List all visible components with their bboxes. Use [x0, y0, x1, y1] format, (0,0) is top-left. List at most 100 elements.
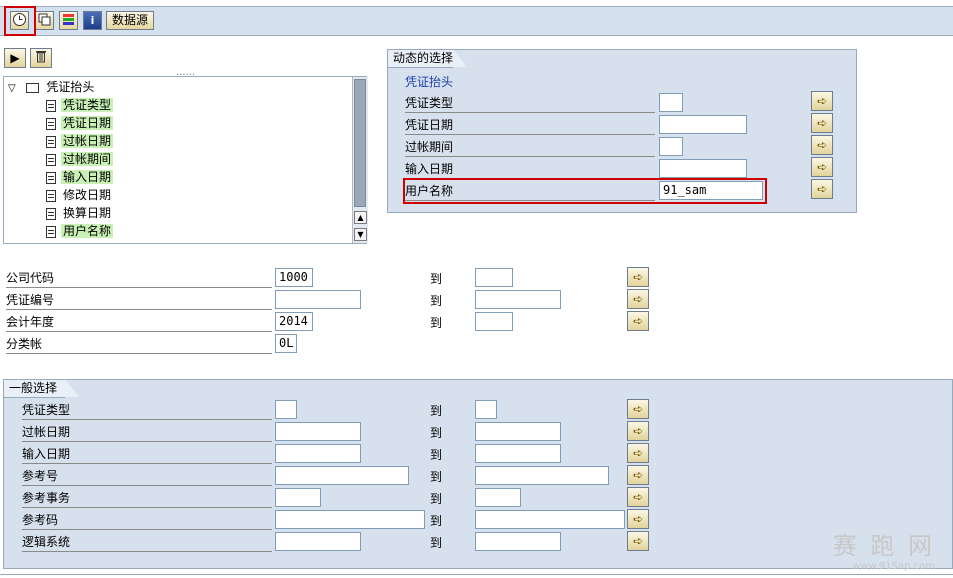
arrow-right-icon: ➪ — [816, 160, 828, 174]
tree-scrollbar[interactable]: ▲ ▼ — [352, 77, 368, 243]
reference-key-input[interactable] — [275, 510, 425, 529]
field-label: 参考号 — [22, 466, 272, 486]
color-bars-icon[interactable] — [59, 11, 78, 30]
multiple-selection-button[interactable]: ➪ — [811, 135, 833, 155]
tree-item[interactable]: 修改日期 — [46, 186, 113, 204]
multiple-selection-button[interactable]: ➪ — [811, 157, 833, 177]
logical-system-input[interactable] — [275, 532, 361, 551]
document-icon — [46, 207, 56, 220]
field-label: 凭证类型 — [22, 400, 272, 420]
company-code-input[interactable]: 1000 — [275, 268, 313, 287]
tree-item[interactable]: 凭证日期 — [46, 114, 114, 132]
multiple-selection-button[interactable]: ➪ — [811, 113, 833, 133]
multiple-selection-button[interactable]: ➪ — [627, 289, 649, 309]
tree-item[interactable]: 用户名称 — [46, 222, 114, 240]
bottom-divider — [0, 574, 953, 575]
multiple-selection-button[interactable]: ➪ — [627, 531, 649, 551]
scroll-down-icon[interactable]: ▼ — [354, 228, 367, 241]
watermark-url: www.91Sap.com — [852, 561, 935, 572]
tree-item-label: 过帐期间 — [61, 152, 114, 166]
multiple-selection-button[interactable]: ➪ — [627, 487, 649, 507]
scrollbar-thumb[interactable] — [354, 79, 366, 207]
multiple-selection-button[interactable]: ➪ — [627, 465, 649, 485]
fiscal-year-input[interactable]: 2014 — [275, 312, 313, 331]
general-entry-date-input[interactable] — [275, 444, 361, 463]
arrow-right-icon: ➪ — [632, 468, 644, 482]
multiple-selection-button[interactable]: ➪ — [627, 267, 649, 287]
field-label: 逻辑系统 — [22, 532, 272, 552]
document-type-input[interactable] — [659, 93, 683, 112]
expand-button[interactable]: ▶ — [4, 48, 26, 68]
to-label: 到 — [430, 294, 443, 308]
tree-item-label: 换算日期 — [63, 206, 112, 220]
execute-highlight-frame — [4, 6, 36, 36]
reference-key-to-input[interactable] — [475, 510, 625, 529]
arrow-right-icon: ➪ — [816, 182, 828, 196]
multiple-selection-button[interactable]: ➪ — [627, 509, 649, 529]
general-entry-date-to-input[interactable] — [475, 444, 561, 463]
panel-title: 一般选择 — [4, 379, 79, 398]
reference-transaction-to-input[interactable] — [475, 488, 521, 507]
to-label: 到 — [430, 448, 443, 462]
multiple-selection-button[interactable]: ➪ — [811, 91, 833, 111]
chevron-down-icon[interactable]: ▽ — [8, 83, 16, 94]
scroll-up-icon[interactable]: ▲ — [354, 211, 367, 224]
general-document-type-input[interactable] — [275, 400, 297, 419]
entry-date-input[interactable] — [659, 159, 747, 178]
tree-item[interactable]: 凭证类型 — [46, 96, 114, 114]
arrow-right-icon: ➪ — [816, 138, 828, 152]
arrow-right-icon: ➪ — [632, 292, 644, 306]
field-label: 凭证类型 — [405, 93, 655, 113]
logical-system-to-input[interactable] — [475, 532, 561, 551]
document-number-input[interactable] — [275, 290, 361, 309]
reference-transaction-input[interactable] — [275, 488, 321, 507]
multiple-selection-button[interactable]: ➪ — [811, 179, 833, 199]
document-date-input[interactable] — [659, 115, 747, 134]
field-tree: ▽ 凭证抬头 凭证类型 凭证日期 过帐日期 过帐期间 输入日期 修改日期 换算日… — [3, 76, 367, 244]
reference-number-input[interactable] — [275, 466, 409, 485]
arrow-right-icon: ➪ — [632, 270, 644, 284]
to-label: 到 — [430, 404, 443, 418]
tree-item[interactable]: 过帐日期 — [46, 132, 114, 150]
arrow-right-icon: ➪ — [632, 446, 644, 460]
tree-item[interactable]: 换算日期 — [46, 204, 113, 222]
ledger-input[interactable]: 0L — [275, 334, 297, 353]
tree-item-label: 凭证类型 — [61, 98, 114, 112]
arrow-right-icon: ➪ — [632, 512, 644, 526]
posting-date-to-input[interactable] — [475, 422, 561, 441]
document-icon — [46, 225, 56, 238]
document-number-to-input[interactable] — [475, 290, 561, 309]
tree-item-label: 输入日期 — [61, 170, 114, 184]
posting-date-input[interactable] — [275, 422, 361, 441]
multiple-selection-button[interactable]: ➪ — [627, 421, 649, 441]
fiscal-year-to-input[interactable] — [475, 312, 513, 331]
document-icon — [46, 189, 56, 202]
splitter-handle[interactable]: ...... — [176, 68, 195, 78]
tree-item[interactable]: 过帐期间 — [46, 150, 114, 168]
field-label: 过帐日期 — [22, 422, 272, 442]
reference-number-to-input[interactable] — [475, 466, 609, 485]
general-document-type-to-input[interactable] — [475, 400, 497, 419]
copy-icon[interactable] — [35, 11, 54, 30]
tree-root[interactable]: ▽ 凭证抬头 — [8, 78, 94, 96]
info-icon[interactable]: i — [83, 11, 102, 30]
tree-root-label: 凭证抬头 — [46, 80, 95, 94]
to-label: 到 — [430, 470, 443, 484]
field-label: 公司代码 — [6, 268, 272, 288]
tree-item-label: 用户名称 — [61, 224, 114, 238]
arrow-right-icon: ➪ — [632, 534, 644, 548]
company-code-to-input[interactable] — [475, 268, 513, 287]
delete-button[interactable] — [30, 48, 52, 68]
field-label: 凭证日期 — [405, 115, 655, 135]
arrow-right-icon: ➪ — [632, 314, 644, 328]
multiple-selection-button[interactable]: ➪ — [627, 399, 649, 419]
field-label: 输入日期 — [405, 159, 655, 179]
multiple-selection-button[interactable]: ➪ — [627, 443, 649, 463]
multiple-selection-button[interactable]: ➪ — [627, 311, 649, 331]
user-name-highlight-frame — [403, 178, 767, 204]
posting-period-input[interactable] — [659, 137, 683, 156]
arrow-right-icon: ➪ — [632, 424, 644, 438]
document-icon — [46, 171, 56, 184]
datasource-button[interactable]: 数据源 — [106, 11, 155, 30]
tree-item[interactable]: 输入日期 — [46, 168, 114, 186]
